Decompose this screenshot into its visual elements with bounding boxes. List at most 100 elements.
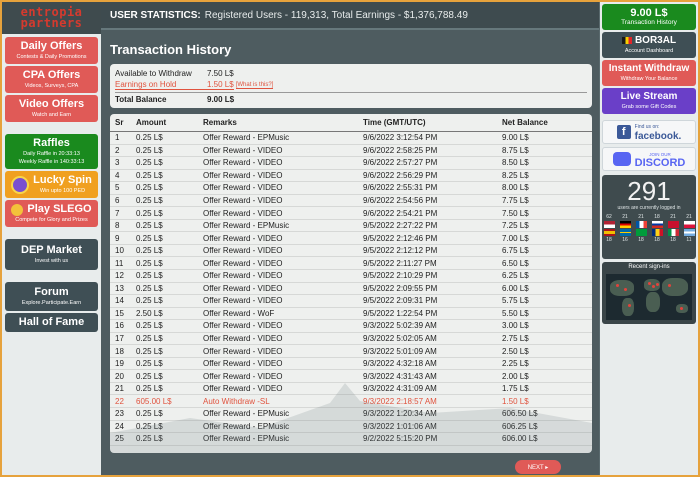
cell-remarks: Offer Reward - EPMusic xyxy=(203,221,290,231)
balance-button[interactable]: 9.00 L$ Transaction History xyxy=(602,4,696,30)
live-stream-sub: Grab some Gift Codes xyxy=(621,104,677,110)
brazil-flag-icon xyxy=(635,229,647,236)
forum-title: Forum xyxy=(34,286,69,298)
cell-time: 9/2/2022 5:15:20 PM xyxy=(363,434,438,444)
table-row: 17 0.25 L$ Offer Reward - VIDEO 9/3/2022 5:… xyxy=(110,333,592,346)
cell-remarks: Offer Reward - EPMusic xyxy=(203,434,290,444)
argentina-flag-icon xyxy=(683,229,695,236)
cell-amount: 0.25 L$ xyxy=(136,183,163,193)
dep-market-button[interactable]: DEP Market Invest with us xyxy=(5,239,98,270)
table-row: 6 0.25 L$ Offer Reward - VIDEO 9/6/2022 2:5… xyxy=(110,195,592,208)
table-row: 24 0.25 L$ Offer Reward - EPMusic 9/3/2022 … xyxy=(110,421,592,434)
cell-sr: 22 xyxy=(115,396,124,406)
cell-time: 9/3/2022 4:32:18 AM xyxy=(363,359,437,369)
table-row: 21 0.25 L$ Offer Reward - VIDEO 9/3/2022 4:… xyxy=(110,383,592,396)
weekly-raffle-timer: Weekly Raffle in 140:33:13 xyxy=(18,159,85,165)
cell-amount: 0.25 L$ xyxy=(136,145,163,155)
table-row: 13 0.25 L$ Offer Reward - VIDEO 9/5/2022 2:… xyxy=(110,283,592,296)
cell-time: 9/6/2022 2:58:25 PM xyxy=(363,145,438,155)
cell-remarks: Offer Reward - VIDEO xyxy=(203,158,283,168)
cell-net-balance: 5.50 L$ xyxy=(502,308,529,318)
cell-time: 9/3/2022 4:31:43 AM xyxy=(363,371,437,381)
cell-time: 9/6/2022 3:12:54 PM xyxy=(363,133,438,143)
discord-button[interactable]: JOIN OUR DISCORD xyxy=(602,147,696,171)
cell-amount: 0.25 L$ xyxy=(136,271,163,281)
cpa-offers-button[interactable]: CPA Offers Videos, Surveys, CPA xyxy=(5,66,98,93)
video-offers-title: Video Offers xyxy=(18,98,85,110)
discord-icon xyxy=(612,152,631,166)
hold-help-link[interactable]: [What is this?] xyxy=(235,82,274,89)
cell-sr: 12 xyxy=(115,271,124,281)
balance-sub: Transaction History xyxy=(621,19,677,26)
cell-amount: 0.25 L$ xyxy=(136,208,163,218)
cell-sr: 23 xyxy=(115,409,124,419)
france-flag-icon xyxy=(635,221,647,228)
cell-amount: 0.25 L$ xyxy=(136,258,163,268)
cell-time: 9/3/2022 2:18:57 AM xyxy=(363,396,437,406)
cell-sr: 13 xyxy=(115,283,124,293)
hall-of-fame-button[interactable]: Hall of Fame xyxy=(5,313,98,332)
cell-time: 9/5/2022 2:09:31 PM xyxy=(363,296,438,306)
daily-offers-button[interactable]: Daily Offers Contests & Daily Promotions xyxy=(5,37,98,64)
account-button[interactable]: BOR3AL Account Dashboard xyxy=(602,32,696,58)
page-title: Transaction History xyxy=(110,42,232,57)
col-remarks: Remarks xyxy=(203,118,237,127)
live-stream-button[interactable]: Live Stream Grab some Gift Codes xyxy=(602,88,696,114)
cpa-offers-title: CPA Offers xyxy=(22,69,81,81)
raffles-button[interactable]: Raffles Daily Raffle in 20:33:13 Weekly … xyxy=(5,134,98,169)
next-page-button[interactable]: NEXT ▸ xyxy=(515,460,561,474)
account-sub: Account Dashboard xyxy=(624,48,674,54)
table-row: 25 0.25 L$ Offer Reward - EPMusic 9/2/2022 … xyxy=(110,433,592,446)
uk-flag-icon xyxy=(667,221,679,228)
spin-wheel-icon xyxy=(11,175,30,194)
cell-amount: 0.25 L$ xyxy=(136,409,163,419)
lucky-spin-button[interactable]: Lucky Spin Win upto 100 PED xyxy=(5,171,98,198)
cell-net-balance: 7.25 L$ xyxy=(502,221,529,231)
cell-sr: 15 xyxy=(115,308,124,318)
flag-count: 21 xyxy=(670,214,676,220)
cell-amount: 0.25 L$ xyxy=(136,359,163,369)
online-users-widget: 291 users are currently logged in 62 21 … xyxy=(602,175,696,259)
play-slego-title: Play SLEGO xyxy=(27,203,92,215)
table-row: 5 0.25 L$ Offer Reward - VIDEO 9/6/2022 2:5… xyxy=(110,182,592,195)
cell-net-balance: 6.75 L$ xyxy=(502,246,529,256)
cell-remarks: Offer Reward - EPMusic xyxy=(203,421,290,431)
table-row: 16 0.25 L$ Offer Reward - VIDEO 9/3/2022 5:… xyxy=(110,320,592,333)
cell-amount: 0.25 L$ xyxy=(136,221,163,231)
online-label: users are currently logged in xyxy=(617,205,681,211)
flag-count: 16 xyxy=(622,237,628,243)
instant-withdraw-button[interactable]: Instant Withdraw Withdraw Your Balance xyxy=(602,60,696,86)
right-sidebar: 9.00 L$ Transaction History BOR3AL Accou… xyxy=(600,2,698,475)
world-map xyxy=(606,274,692,320)
cell-amount: 0.25 L$ xyxy=(136,384,163,394)
site-logo[interactable]: entropia partners xyxy=(2,2,101,34)
cell-time: 9/6/2022 2:54:56 PM xyxy=(363,196,438,205)
online-count: 291 xyxy=(627,176,671,206)
cell-remarks: Offer Reward - VIDEO xyxy=(203,359,283,369)
table-row: 11 0.25 L$ Offer Reward - VIDEO 9/5/2022 2:… xyxy=(110,257,592,271)
poland-flag-icon xyxy=(683,221,695,228)
video-offers-button[interactable]: Video Offers Watch and Earn xyxy=(5,95,98,122)
available-value: 7.50 L$ xyxy=(207,68,234,78)
main-content: USER STATISTICS: Registered Users - 119,… xyxy=(101,2,599,475)
cell-remarks: Offer Reward - VIDEO xyxy=(203,384,283,394)
cell-remarks: Offer Reward - VIDEO xyxy=(203,170,283,180)
cell-remarks: Offer Reward - VIDEO xyxy=(203,258,283,268)
cell-remarks: Offer Reward - EPMusic xyxy=(203,409,290,419)
flag-count: 18 xyxy=(606,237,612,243)
cell-amount: 0.25 L$ xyxy=(136,233,163,243)
table-row: 3 0.25 L$ Offer Reward - VIDEO 9/6/2022 2:5… xyxy=(110,157,592,170)
facebook-button[interactable]: f Find us on: facebook. xyxy=(602,120,696,144)
flag-count: 18 xyxy=(670,237,676,243)
cell-amount: 0.25 L$ xyxy=(136,158,163,168)
cell-amount: 0.25 L$ xyxy=(136,321,163,331)
cell-net-balance: 2.50 L$ xyxy=(502,346,529,356)
cell-time: 9/3/2022 5:02:05 AM xyxy=(363,334,437,344)
forum-button[interactable]: Forum Explore.Participate.Earn xyxy=(5,282,98,311)
usa-flag-icon xyxy=(603,221,615,228)
flag-count: 11 xyxy=(686,237,692,243)
cell-sr: 25 xyxy=(115,434,124,444)
cell-net-balance: 2.75 L$ xyxy=(502,334,529,344)
play-slego-sub: Compete for Glory and Prizes xyxy=(15,217,88,223)
play-slego-button[interactable]: Play SLEGO Compete for Glory and Prizes xyxy=(5,200,98,227)
